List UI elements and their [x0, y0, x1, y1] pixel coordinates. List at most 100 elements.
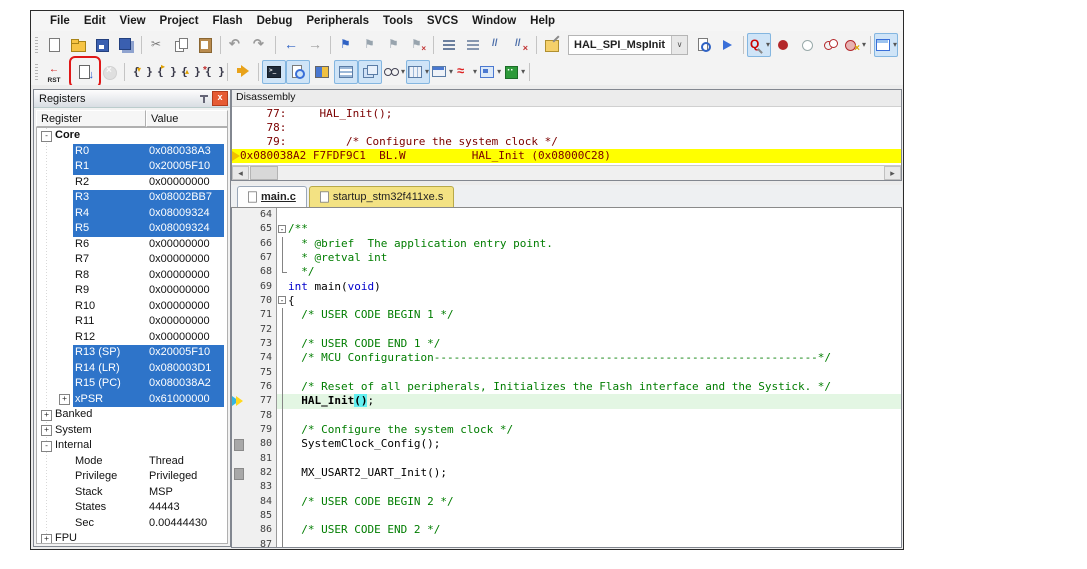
command-window-button[interactable]	[262, 60, 286, 84]
register-row-Privilege[interactable]: PrivilegePrivileged	[37, 469, 227, 485]
disassembly-current-line[interactable]: 0x080038A2 F7FDF9C1 BL.W HAL_Init (0x080…	[232, 149, 901, 163]
code-line-66[interactable]: 66 * @brief The application entry point.	[232, 237, 901, 251]
expand-icon[interactable]: +	[41, 425, 52, 436]
code-line-body[interactable]: /* MCU Configuration--------------------…	[277, 351, 901, 365]
code-line-body[interactable]: /* USER CODE BEGIN 1 */	[277, 308, 901, 322]
expand-icon[interactable]: +	[41, 410, 52, 421]
disassembly-line[interactable]: 80: SystemClock_Config();	[240, 163, 901, 165]
tab-startup-stm32f411xe-s[interactable]: startup_stm32f411xe.s	[309, 186, 454, 207]
register-row-R3[interactable]: R30x08002BB7	[37, 190, 227, 206]
toolbox-button[interactable]: ▾	[502, 60, 526, 84]
call-stack-window-button[interactable]	[358, 60, 382, 84]
new-file-button[interactable]	[42, 33, 66, 57]
register-row-R8[interactable]: R80x00000000	[37, 268, 227, 284]
menu-help[interactable]: Help	[523, 13, 562, 29]
chevron-down-icon[interactable]: ▾	[766, 40, 770, 49]
code-line-73[interactable]: 73 /* USER CODE END 1 */	[232, 337, 901, 351]
goto-reference-button[interactable]	[716, 33, 740, 57]
menu-debug[interactable]: Debug	[250, 13, 300, 29]
code-line-70[interactable]: 70{	[232, 294, 901, 308]
register-row-R6[interactable]: R60x00000000	[37, 237, 227, 253]
code-line-body[interactable]	[277, 409, 901, 423]
code-line-86[interactable]: 86 /* USER CODE END 2 */	[232, 523, 901, 537]
register-row-xPSR[interactable]: +xPSR0x61000000	[37, 392, 227, 408]
pin-icon[interactable]	[197, 92, 210, 105]
code-line-body[interactable]: /* Reset of all peripherals, Initializes…	[277, 380, 901, 394]
redo-button[interactable]	[248, 33, 272, 57]
column-header-value[interactable]: Value	[146, 110, 228, 127]
register-row-System[interactable]: +System	[37, 423, 227, 439]
menu-flash[interactable]: Flash	[206, 13, 250, 29]
code-line-body[interactable]: HAL_Init();	[277, 394, 901, 408]
code-line-body[interactable]: * @retval int	[277, 251, 901, 265]
code-line-83[interactable]: 83	[232, 480, 901, 494]
insert-breakpoint-button[interactable]	[771, 33, 795, 57]
expand-icon[interactable]: +	[41, 534, 52, 545]
code-line-79[interactable]: 79 /* Configure the system clock */	[232, 423, 901, 437]
run-to-line-button[interactable]	[200, 60, 224, 84]
code-line-body[interactable]: */	[277, 265, 901, 279]
register-row-R1[interactable]: R10x20005F10	[37, 159, 227, 175]
menu-edit[interactable]: Edit	[77, 13, 113, 29]
save-button[interactable]	[90, 33, 114, 57]
stop-button[interactable]	[97, 60, 121, 84]
scroll-right-icon[interactable]: ▸	[884, 166, 901, 180]
code-line-69[interactable]: 69int main(void)	[232, 280, 901, 294]
scrollbar-track[interactable]	[278, 166, 884, 180]
save-all-button[interactable]	[114, 33, 138, 57]
disassembly-line[interactable]: 78:	[240, 121, 901, 135]
code-line-71[interactable]: 71 /* USER CODE BEGIN 1 */	[232, 308, 901, 322]
disassembly-hscrollbar[interactable]: ◂ ▸	[232, 165, 901, 180]
find-in-files-button[interactable]	[692, 33, 716, 57]
collapse-icon[interactable]: -	[41, 131, 52, 142]
menu-view[interactable]: View	[113, 13, 153, 29]
code-line-68[interactable]: 68 */	[232, 265, 901, 279]
code-line-85[interactable]: 85	[232, 509, 901, 523]
window-layout-button[interactable]: ▾	[874, 33, 898, 57]
code-line-78[interactable]: 78	[232, 409, 901, 423]
reset-cpu-button[interactable]: RST	[42, 60, 66, 84]
code-line-body[interactable]	[277, 538, 901, 548]
code-line-82[interactable]: 82 MX_USART2_UART_Init();	[232, 466, 901, 480]
fold-collapse-icon[interactable]	[277, 294, 288, 308]
cut-button[interactable]	[145, 33, 169, 57]
uncomment-button[interactable]	[509, 33, 533, 57]
code-line-body[interactable]: /* USER CODE END 2 */	[277, 523, 901, 537]
registers-window-button[interactable]	[334, 60, 358, 84]
register-row-R4[interactable]: R40x08009324	[37, 206, 227, 222]
register-row-FPU[interactable]: +FPU	[37, 531, 227, 544]
code-line-body[interactable]: {	[277, 294, 901, 308]
menu-svcs[interactable]: SVCS	[420, 13, 465, 29]
collapse-icon[interactable]: -	[41, 441, 52, 452]
memory-window-button[interactable]: ▾	[406, 60, 430, 84]
code-line-body[interactable]: /* USER CODE END 1 */	[277, 337, 901, 351]
target-options-button[interactable]	[540, 33, 564, 57]
system-viewer-button[interactable]: ▾	[478, 60, 502, 84]
code-line-body[interactable]: SystemClock_Config();	[277, 437, 901, 451]
navigate-forward-button[interactable]	[303, 33, 327, 57]
code-line-body[interactable]: MX_USART2_UART_Init();	[277, 466, 901, 480]
code-line-body[interactable]: /* USER CODE BEGIN 2 */	[277, 495, 901, 509]
indent-button[interactable]	[437, 33, 461, 57]
expand-icon[interactable]: +	[59, 394, 70, 405]
register-row-R13-SP-[interactable]: R13 (SP)0x20005F10	[37, 345, 227, 361]
close-icon[interactable]: x	[212, 91, 228, 106]
code-line-84[interactable]: 84 /* USER CODE BEGIN 2 */	[232, 495, 901, 509]
clear-bookmarks-button[interactable]	[406, 33, 430, 57]
analysis-window-button[interactable]: ▾	[454, 60, 478, 84]
register-row-States[interactable]: States44443	[37, 500, 227, 516]
disassembly-window-button[interactable]	[286, 60, 310, 84]
register-row-R15-PC-[interactable]: R15 (PC)0x080038A2	[37, 376, 227, 392]
code-line-87[interactable]: 87	[232, 538, 901, 548]
prev-bookmark-button[interactable]	[358, 33, 382, 57]
code-line-81[interactable]: 81	[232, 452, 901, 466]
outdent-button[interactable]	[461, 33, 485, 57]
code-line-body[interactable]: /* Configure the system clock */	[277, 423, 901, 437]
register-row-R5[interactable]: R50x08009324	[37, 221, 227, 237]
tab-main-c[interactable]: main.c	[237, 186, 307, 207]
chevron-down-icon[interactable]: ▾	[893, 40, 897, 49]
paste-button[interactable]	[193, 33, 217, 57]
chevron-down-icon[interactable]: ▾	[862, 40, 866, 49]
step-out-button[interactable]	[176, 60, 200, 84]
chevron-down-icon[interactable]: ▾	[473, 67, 477, 76]
